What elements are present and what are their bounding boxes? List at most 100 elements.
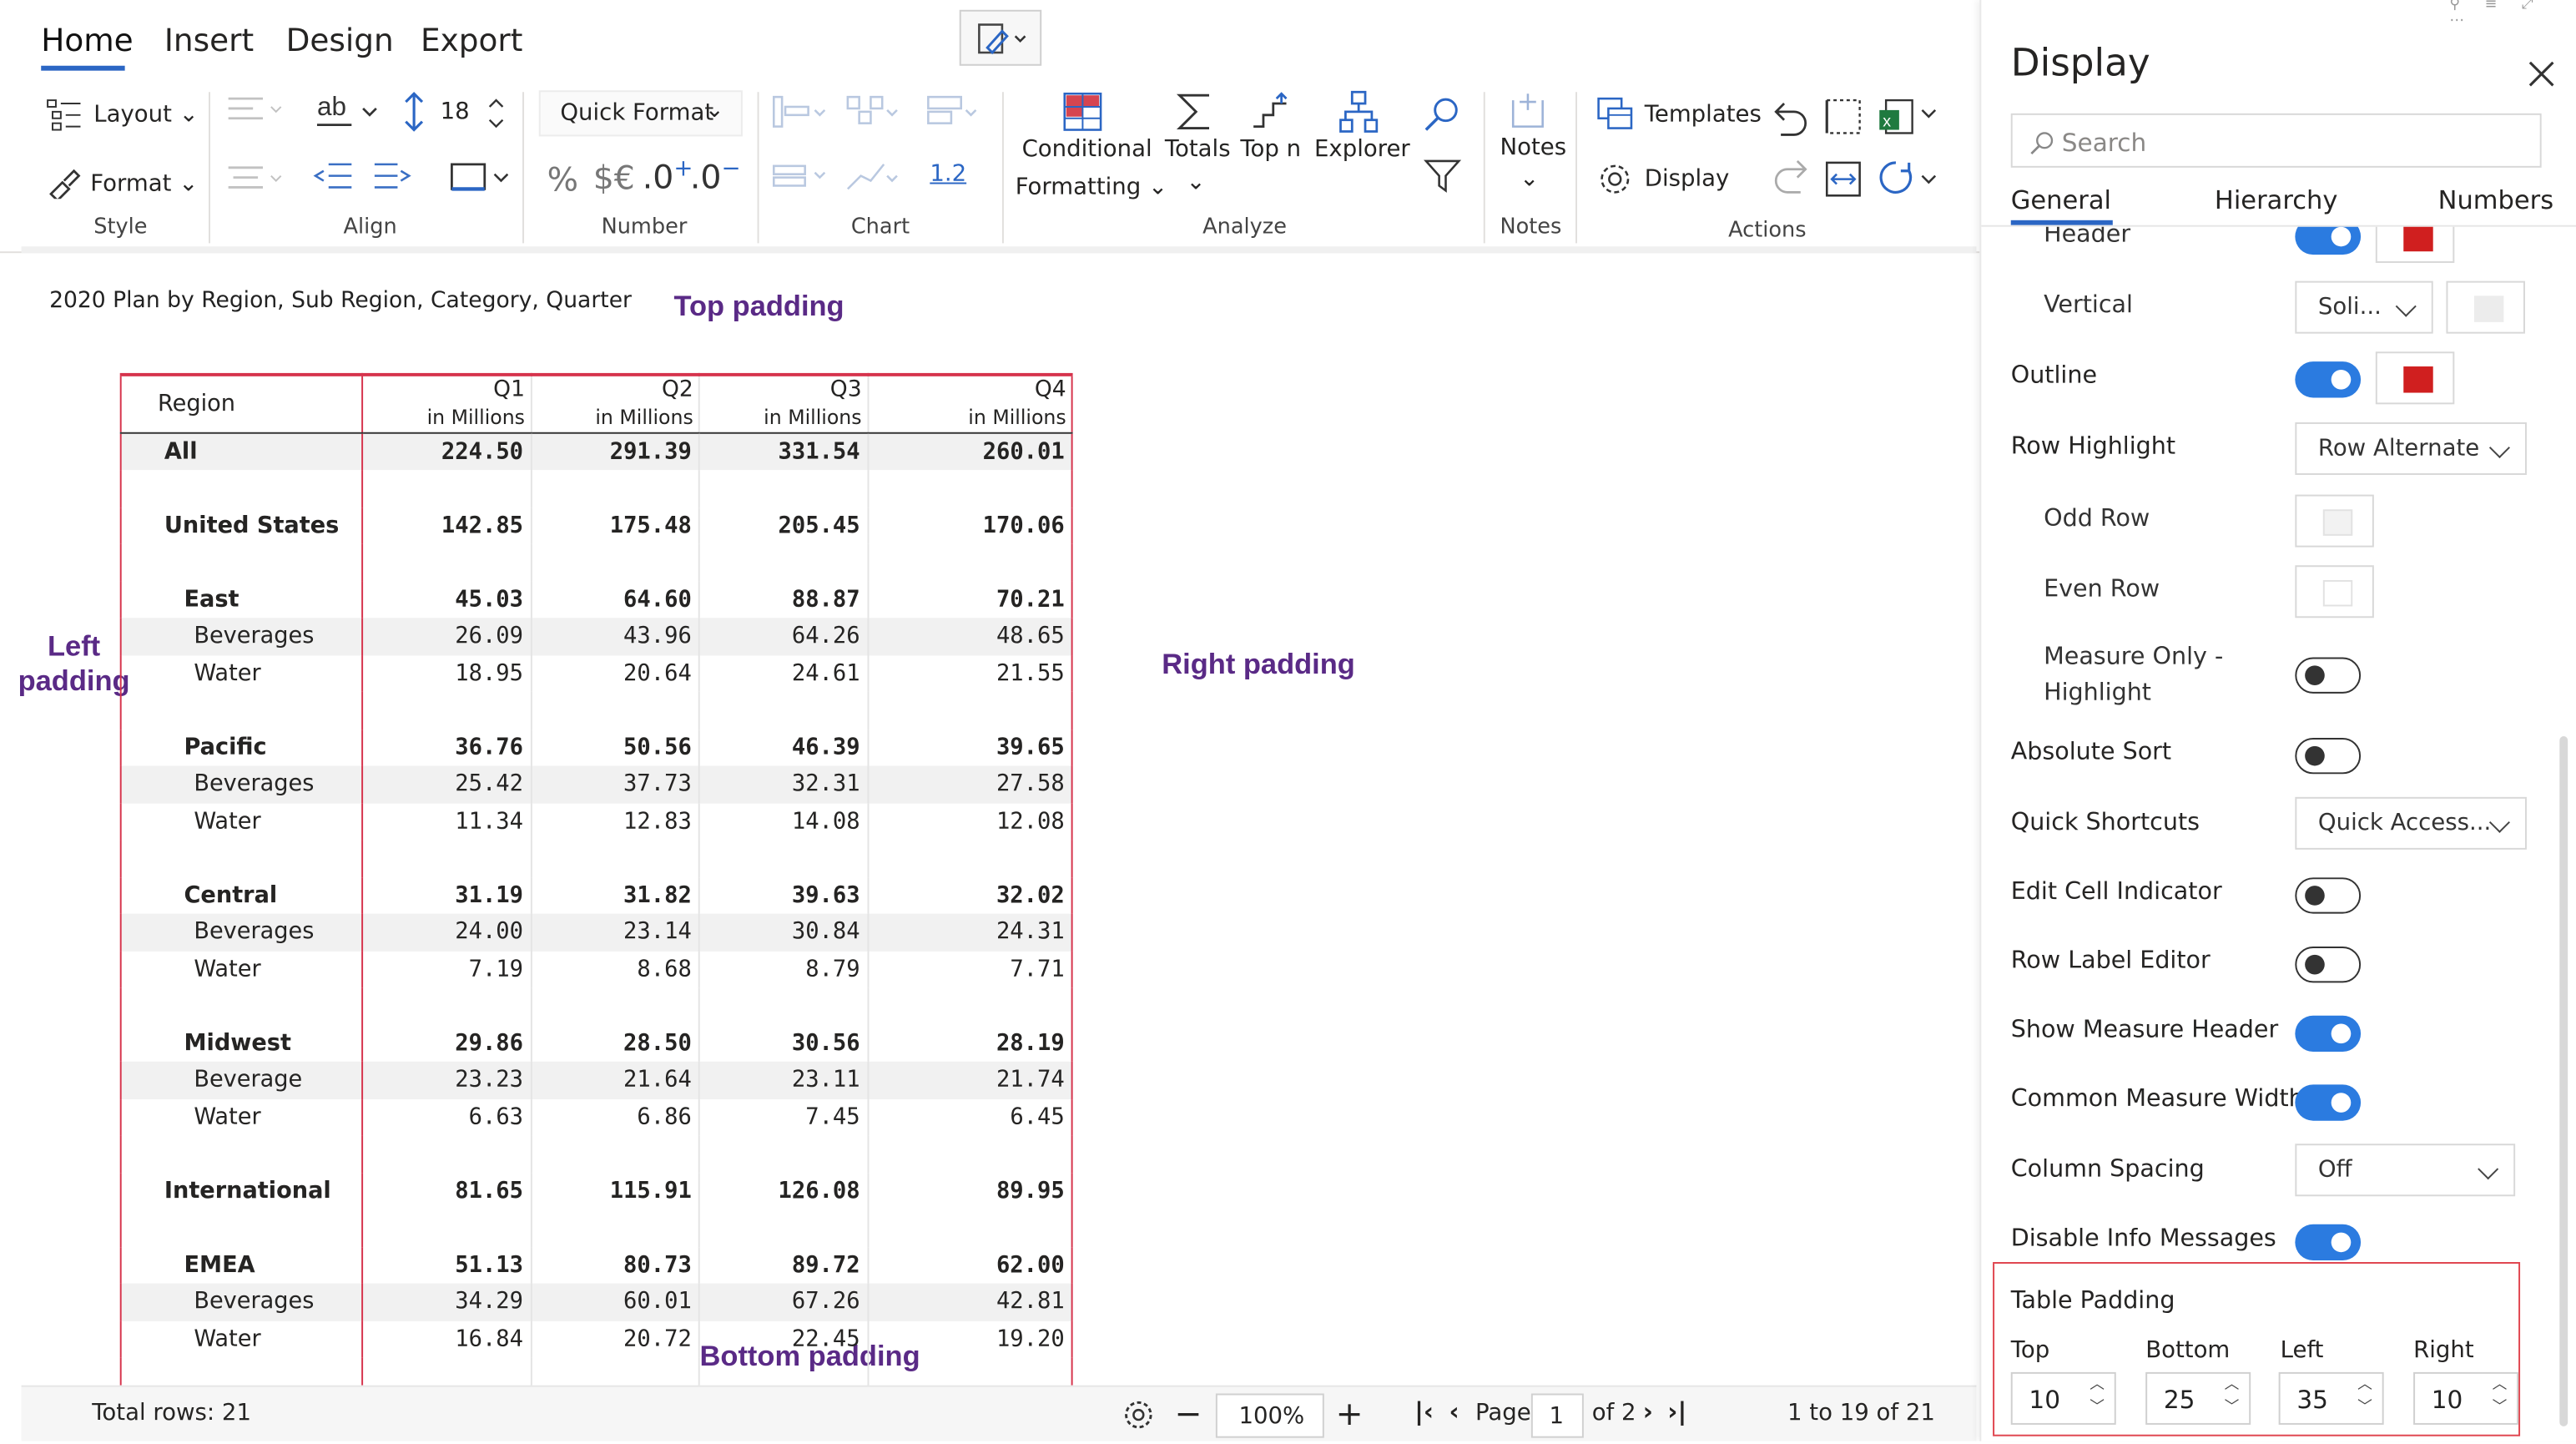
stepper-down-icon[interactable]: ﹀ xyxy=(2090,1401,2105,1416)
value-cell[interactable]: 39.65 xyxy=(866,729,1072,766)
filter-icon[interactable] xyxy=(1423,158,1462,194)
quick-format-dropdown[interactable]: Quick Format ⌄ xyxy=(538,90,743,137)
row-label[interactable]: Central xyxy=(120,876,364,914)
outline-color-swatch[interactable] xyxy=(2375,351,2455,405)
table-row[interactable]: Water 16.84 20.72 22.45 19.20 xyxy=(120,1320,1072,1358)
last-page-icon[interactable]: ›| xyxy=(1667,1396,1686,1426)
value-cell[interactable]: 224.50 xyxy=(362,432,531,471)
row-label[interactable]: Water xyxy=(120,1320,364,1358)
column-header-q1[interactable]: Q1 in Millions xyxy=(362,374,531,434)
page-input[interactable]: 1 xyxy=(1530,1393,1584,1438)
value-cell[interactable]: 36.76 xyxy=(362,729,531,765)
value-cell[interactable]: 331.54 xyxy=(698,432,868,471)
value-cell[interactable]: 51.13 xyxy=(362,1246,531,1283)
column-header-q2[interactable]: Q2 in Millions xyxy=(529,374,699,434)
tab-design[interactable]: Design xyxy=(286,23,394,59)
row-label[interactable]: Beverages xyxy=(120,913,364,951)
tab-insert[interactable]: Insert xyxy=(164,23,254,59)
value-cell[interactable]: 16.84 xyxy=(362,1320,531,1357)
previous-page-icon[interactable]: ‹ xyxy=(1449,1396,1459,1426)
value-cell[interactable]: 14.08 xyxy=(698,802,868,841)
table-row[interactable]: Midwest 29.86 28.50 30.56 28.19 xyxy=(120,1024,1072,1062)
padding-left-stepper[interactable]: 35 ︿ ﹀ xyxy=(2278,1371,2384,1425)
value-cell[interactable]: 18.95 xyxy=(362,655,531,692)
value-cell[interactable]: 205.45 xyxy=(698,507,868,544)
column-header-region[interactable]: Region xyxy=(120,374,364,434)
value-cell[interactable]: 7.45 xyxy=(698,1098,868,1136)
format-button[interactable]: Format ⌄ xyxy=(90,171,198,198)
table-row[interactable]: Water 18.95 20.64 24.61 21.55 xyxy=(120,654,1072,692)
value-cell[interactable]: 31.19 xyxy=(362,876,531,913)
stepper-up-icon[interactable]: ︿ xyxy=(2357,1378,2372,1393)
templates-button[interactable]: Templates xyxy=(1645,102,1762,129)
value-cell[interactable]: 88.87 xyxy=(698,580,868,618)
odd-row-color-swatch[interactable] xyxy=(2295,494,2374,548)
value-cell[interactable]: 115.91 xyxy=(529,1172,699,1209)
value-cell[interactable]: 32.31 xyxy=(698,765,868,803)
tab-numbers[interactable]: Numbers xyxy=(2438,185,2553,215)
value-cell[interactable]: 64.26 xyxy=(698,618,868,655)
table-row[interactable]: Water 11.34 12.83 14.08 12.08 xyxy=(120,802,1072,841)
value-cell[interactable]: 60.01 xyxy=(529,1283,699,1320)
scrollbar[interactable] xyxy=(2559,736,2568,1426)
common-measure-width-toggle[interactable] xyxy=(2295,1084,2362,1121)
table-row[interactable]: Beverages 24.00 23.14 30.84 24.31 xyxy=(120,913,1072,951)
value-cell[interactable]: 34.29 xyxy=(362,1283,531,1320)
row-label[interactable]: All xyxy=(120,432,364,471)
totals-button[interactable]: Totals xyxy=(1165,136,1231,163)
value-cell[interactable]: 28.50 xyxy=(529,1024,699,1062)
decimal-places-button[interactable]: 1.2 xyxy=(930,161,966,188)
percent-format-button[interactable]: % xyxy=(547,159,578,199)
table-row[interactable]: United States 142.85 175.48 205.45 170.06 xyxy=(120,507,1072,544)
value-cell[interactable]: 24.31 xyxy=(866,913,1072,951)
vertical-color-swatch[interactable] xyxy=(2446,280,2525,334)
value-cell[interactable]: 48.65 xyxy=(866,618,1072,655)
row-highlight-dropdown[interactable]: Row Alternate xyxy=(2295,422,2527,475)
stepper-up-icon[interactable]: ︿ xyxy=(2225,1378,2240,1393)
value-cell[interactable]: 31.82 xyxy=(529,876,699,914)
value-cell[interactable]: 21.74 xyxy=(866,1061,1072,1099)
row-label[interactable]: Beverage xyxy=(120,1061,364,1099)
padding-bottom-stepper[interactable]: 25 ︿ ﹀ xyxy=(2145,1371,2251,1425)
layout-button[interactable]: Layout ⌄ xyxy=(93,102,199,129)
value-cell[interactable]: 80.73 xyxy=(529,1246,699,1284)
window-controls[interactable]: ⚲ ≡ ⤢ ⋯ xyxy=(2449,0,2576,29)
table-row[interactable]: All 224.50 291.39 331.54 260.01 xyxy=(120,432,1072,471)
first-page-icon[interactable]: |‹ xyxy=(1414,1396,1434,1426)
value-cell[interactable]: 30.56 xyxy=(698,1024,868,1062)
table-row[interactable]: Beverages 34.29 60.01 67.26 42.81 xyxy=(120,1283,1072,1320)
wrap-text-icon[interactable]: ab xyxy=(315,92,381,131)
actions-icons[interactable]: x xyxy=(1771,93,1942,202)
value-cell[interactable]: 6.63 xyxy=(362,1098,531,1135)
value-cell[interactable]: 28.19 xyxy=(866,1024,1072,1062)
table-row[interactable]: International 81.65 115.91 126.08 89.95 xyxy=(120,1172,1072,1209)
value-cell[interactable]: 89.95 xyxy=(866,1172,1072,1209)
value-cell[interactable]: 26.09 xyxy=(362,618,531,655)
value-cell[interactable]: 20.72 xyxy=(529,1320,699,1358)
table-row[interactable]: Pacific 36.76 50.56 46.39 39.65 xyxy=(120,729,1072,766)
value-cell[interactable]: 12.83 xyxy=(529,802,699,841)
value-cell[interactable]: 170.06 xyxy=(866,507,1072,544)
align-left-icon[interactable] xyxy=(227,95,286,124)
column-header-q4[interactable]: Q4 in Millions xyxy=(866,374,1072,434)
align-center-icon[interactable] xyxy=(227,164,286,194)
stepper-up-icon[interactable]: ︿ xyxy=(2493,1378,2508,1393)
value-cell[interactable]: 62.00 xyxy=(866,1246,1072,1284)
value-cell[interactable]: 89.72 xyxy=(698,1246,868,1284)
table-row[interactable]: East 45.03 64.60 88.87 70.21 xyxy=(120,580,1072,618)
value-cell[interactable]: 21.64 xyxy=(529,1061,699,1099)
even-row-color-swatch[interactable] xyxy=(2295,565,2374,618)
padding-right-stepper[interactable]: 10 ︿ ﹀ xyxy=(2413,1371,2519,1425)
value-cell[interactable]: 142.85 xyxy=(362,507,531,543)
row-label[interactable]: Midwest xyxy=(120,1024,364,1062)
value-cell[interactable]: 126.08 xyxy=(698,1172,868,1209)
display-button[interactable]: Display xyxy=(1645,166,1730,193)
disable-info-messages-toggle[interactable] xyxy=(2295,1224,2362,1261)
row-label[interactable]: Water xyxy=(120,654,364,692)
value-cell[interactable]: 12.08 xyxy=(866,802,1072,841)
value-cell[interactable]: 22.45 xyxy=(698,1320,868,1358)
absolute-sort-toggle[interactable] xyxy=(2295,737,2362,775)
value-cell[interactable]: 8.79 xyxy=(698,950,868,988)
padding-top-stepper[interactable]: 10 ︿ ﹀ xyxy=(2010,1371,2116,1425)
value-cell[interactable]: 6.45 xyxy=(866,1098,1072,1136)
